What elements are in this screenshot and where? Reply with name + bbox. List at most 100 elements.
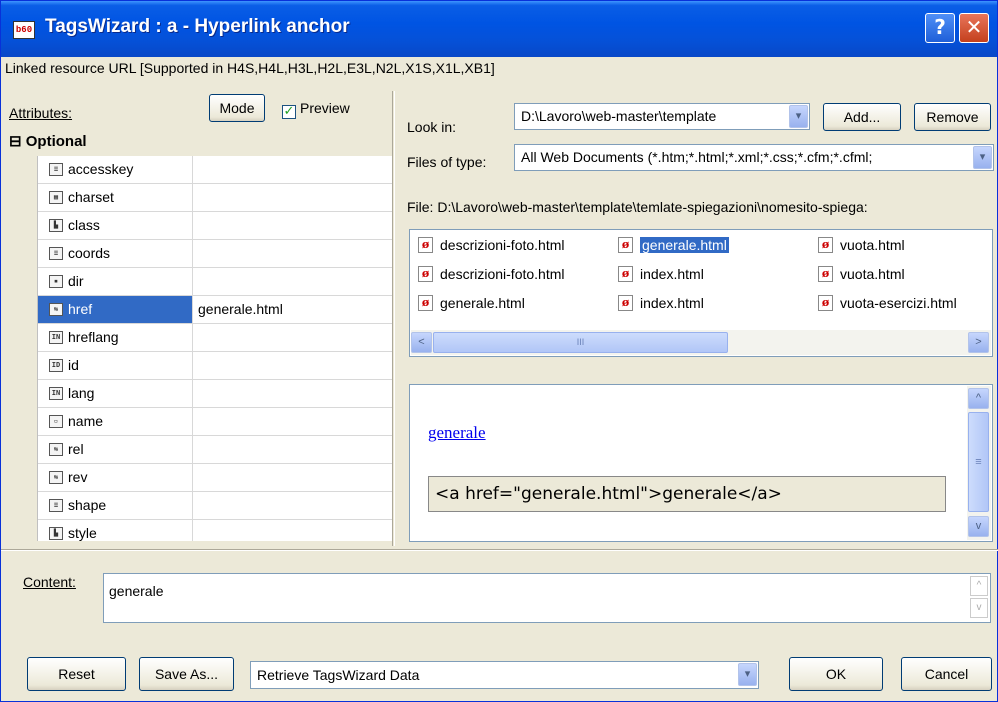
attribute-name[interactable]: ▫ name <box>38 408 193 435</box>
attribute-row-lang[interactable]: IN lang <box>38 380 392 408</box>
close-button[interactable]: ✕ <box>959 13 989 43</box>
attribute-name-label: rev <box>68 469 88 485</box>
tag-description: Linked resource URL [Supported in H4S,H4… <box>5 60 495 76</box>
attribute-grid: ≡ accesskey ▦ charset ▙ class ≡ coords ▪ dir ⇆ href… <box>37 156 392 541</box>
window-title: TagsWizard : a - Hyperlink anchor <box>45 16 350 37</box>
file-item[interactable]: ø vuota-esercizi.html <box>816 292 957 314</box>
scroll-down-icon[interactable]: v <box>970 598 988 618</box>
attribute-name[interactable]: ⇆ rel <box>38 436 193 463</box>
attribute-row-dir[interactable]: ▪ dir <box>38 268 392 296</box>
file-item[interactable]: ø generale.html <box>616 234 729 256</box>
attribute-icon: ≡ <box>49 163 63 176</box>
html-file-icon: ø <box>618 237 633 253</box>
html-file-icon: ø <box>818 237 833 253</box>
file-path-label: File: D:\Lavoro\web-master\template\teml… <box>407 199 868 215</box>
preview-vscrollbar[interactable]: ^ ≡ v <box>967 386 991 540</box>
file-item[interactable]: ø vuota.html <box>816 234 905 256</box>
attribute-name[interactable]: IN lang <box>38 380 193 407</box>
attribute-name[interactable]: ⇆ href <box>38 296 193 323</box>
pane-splitter[interactable] <box>392 91 395 546</box>
attribute-name-label: id <box>68 357 79 373</box>
attribute-name-label: href <box>68 301 93 317</box>
scroll-thumb[interactable]: ≡ <box>968 412 989 512</box>
attribute-icon: IN <box>49 387 63 400</box>
file-item[interactable]: ø descrizioni-foto.html <box>416 234 565 256</box>
optional-group-header[interactable]: ⊟ Optional <box>9 132 87 150</box>
attribute-row-charset[interactable]: ▦ charset <box>38 184 392 212</box>
file-item[interactable]: ø index.html <box>616 263 704 285</box>
attribute-name[interactable]: ▙ class <box>38 212 193 239</box>
file-name: index.html <box>640 266 704 282</box>
attribute-icon: ⇆ <box>49 443 63 456</box>
attribute-row-shape[interactable]: ≡ shape <box>38 492 392 520</box>
chevron-down-icon[interactable]: ▾ <box>789 105 808 128</box>
help-button[interactable]: ? <box>925 13 955 43</box>
attribute-name-label: style <box>68 525 97 541</box>
attribute-name[interactable]: ID id <box>38 352 193 379</box>
attribute-name[interactable]: IN hreflang <box>38 324 193 351</box>
file-list[interactable]: < III > ø descrizioni-foto.html ø generale.… <box>409 229 993 357</box>
chevron-down-icon[interactable]: ▾ <box>973 146 992 169</box>
file-name: vuota.html <box>840 237 905 253</box>
attribute-icon: ⇆ <box>49 303 63 316</box>
save-as-button[interactable]: Save As... <box>139 657 234 691</box>
attribute-name[interactable]: ≡ shape <box>38 492 193 519</box>
attribute-icon: ID <box>49 359 63 372</box>
file-list-hscrollbar[interactable]: < III > <box>411 330 991 355</box>
attribute-name[interactable]: ▪ dir <box>38 268 193 295</box>
cancel-button[interactable]: Cancel <box>901 657 992 691</box>
attribute-name[interactable]: ≡ coords <box>38 240 193 267</box>
attribute-name[interactable]: ≡ accesskey <box>38 156 193 183</box>
file-item[interactable]: ø vuota.html <box>816 263 905 285</box>
remove-button[interactable]: Remove <box>914 103 991 131</box>
attribute-name[interactable]: ▙ style <box>38 520 193 541</box>
preview-label: Preview <box>300 100 350 116</box>
files-of-type-value: All Web Documents (*.htm;*.html;*.xml;*.… <box>521 149 873 165</box>
attribute-row-class[interactable]: ▙ class <box>38 212 392 240</box>
scroll-right-icon[interactable]: > <box>968 332 989 353</box>
mode-button[interactable]: Mode <box>209 94 265 122</box>
preview-pane: generale <a href="generale.html">general… <box>409 384 993 542</box>
scroll-up-icon[interactable]: ^ <box>970 576 988 596</box>
title-bar[interactable]: b60 TagsWizard : a - Hyperlink anchor ? … <box>1 1 997 57</box>
files-of-type-select[interactable]: All Web Documents (*.htm;*.html;*.xml;*.… <box>514 144 994 171</box>
attribute-icon: ▫ <box>49 415 63 428</box>
attribute-name-label: dir <box>68 273 84 289</box>
look-in-select[interactable]: D:\Lavoro\web-master\template ▾ <box>514 103 810 130</box>
html-file-icon: ø <box>818 295 833 311</box>
attribute-row-accesskey[interactable]: ≡ accesskey <box>38 156 392 184</box>
preview-checkbox[interactable]: ✓ Preview <box>282 100 350 119</box>
attribute-row-href[interactable]: ⇆ href generale.html <box>38 296 392 324</box>
attribute-row-name[interactable]: ▫ name <box>38 408 392 436</box>
reset-button[interactable]: Reset <box>27 657 126 691</box>
attribute-row-style[interactable]: ▙ style <box>38 520 392 541</box>
scroll-down-icon[interactable]: v <box>968 516 989 537</box>
attribute-row-id[interactable]: ID id <box>38 352 392 380</box>
attribute-name[interactable]: ⇆ rev <box>38 464 193 491</box>
chevron-down-icon[interactable]: ▾ <box>738 663 757 686</box>
file-item[interactable]: ø generale.html <box>416 292 525 314</box>
attribute-name[interactable]: ▦ charset <box>38 184 193 211</box>
look-in-value: D:\Lavoro\web-master\template <box>521 108 717 124</box>
collapse-icon[interactable]: ⊟ <box>9 133 22 150</box>
attribute-icon: ▙ <box>49 219 63 232</box>
scroll-thumb[interactable]: III <box>433 332 728 353</box>
file-item[interactable]: ø index.html <box>616 292 704 314</box>
preview-link[interactable]: generale <box>428 423 486 443</box>
scroll-up-icon[interactable]: ^ <box>968 388 989 409</box>
app-icon: b60 <box>13 21 35 39</box>
add-button[interactable]: Add... <box>823 103 901 131</box>
attribute-row-rev[interactable]: ⇆ rev <box>38 464 392 492</box>
attribute-value[interactable]: generale.html <box>198 296 283 323</box>
action-select[interactable]: Retrieve TagsWizard Data ▾ <box>250 661 759 689</box>
attribute-row-hreflang[interactable]: IN hreflang <box>38 324 392 352</box>
attribute-row-coords[interactable]: ≡ coords <box>38 240 392 268</box>
scroll-left-icon[interactable]: < <box>411 332 432 353</box>
attribute-row-rel[interactable]: ⇆ rel <box>38 436 392 464</box>
file-item[interactable]: ø descrizioni-foto.html <box>416 263 565 285</box>
ok-button[interactable]: OK <box>789 657 883 691</box>
file-name: vuota.html <box>840 266 905 282</box>
content-field[interactable]: generale ^ v <box>103 573 991 623</box>
files-of-type-label: Files of type: <box>407 154 487 170</box>
html-file-icon: ø <box>418 237 433 253</box>
